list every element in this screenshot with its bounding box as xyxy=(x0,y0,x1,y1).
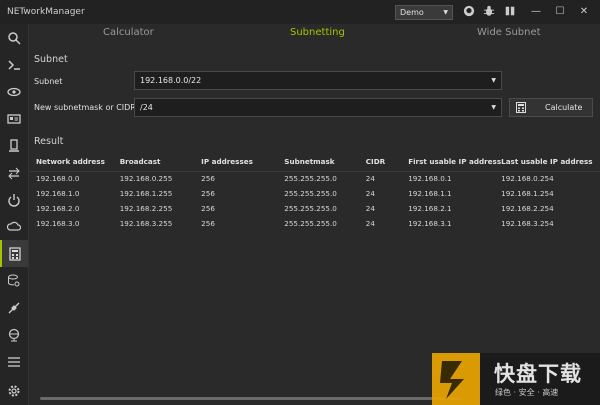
column-header-network-address[interactable]: Network address xyxy=(30,152,120,171)
cell-ip-addresses: 256 xyxy=(201,189,215,198)
section-title-subnet: Subnet xyxy=(34,54,68,65)
cell-broadcast: 192.168.3.255 xyxy=(119,219,173,228)
cell-subnetmask: 255.255.255.0 xyxy=(284,174,337,183)
book-icon[interactable] xyxy=(503,5,517,19)
calculate-button[interactable]: Calculate xyxy=(509,98,593,117)
cell-broadcast: 192.168.1.255 xyxy=(119,189,173,198)
column-header-first-usable[interactable]: First usable IP address xyxy=(408,152,501,171)
eye-icon[interactable] xyxy=(0,78,28,105)
chevron-down-icon: ▼ xyxy=(491,77,496,84)
column-header-subnetmask[interactable]: Subnetmask xyxy=(284,152,365,171)
cell-last-usable: 192.168.3.254 xyxy=(501,219,554,228)
cell-network-address: 192.168.1.0 xyxy=(36,189,80,198)
list-icon[interactable] xyxy=(0,348,28,375)
tab-calculator[interactable]: Calculator xyxy=(103,27,154,38)
plug-icon[interactable] xyxy=(0,294,28,321)
column-header-ip-addresses[interactable]: IP addresses xyxy=(201,152,284,171)
profile-select[interactable]: Demo ▼ xyxy=(395,5,453,20)
cell-ip-addresses: 256 xyxy=(201,219,215,228)
cell-cidr: 24 xyxy=(365,189,375,198)
subnet-label: Subnet xyxy=(34,77,63,86)
cell-first-usable: 192.168.2.1 xyxy=(408,204,452,213)
watermark-slogan: 绿色 · 安全 · 高速 xyxy=(495,388,559,397)
search-icon[interactable] xyxy=(0,24,28,51)
calculate-label: Calculate xyxy=(545,103,583,112)
cell-cidr: 24 xyxy=(365,204,375,213)
cell-subnetmask: 255.255.255.0 xyxy=(284,204,337,213)
tab-subnetting[interactable]: Subnetting xyxy=(290,27,345,38)
cell-broadcast: 192.168.2.255 xyxy=(119,204,173,213)
database-search-icon[interactable] xyxy=(0,267,28,294)
section-title-result: Result xyxy=(34,136,64,147)
cell-last-usable: 192.168.1.254 xyxy=(501,189,554,198)
terminal-icon[interactable] xyxy=(0,51,28,78)
cell-subnetmask: 255.255.255.0 xyxy=(284,189,337,198)
calculator-icon[interactable] xyxy=(0,240,28,267)
table-row[interactable]: 192.168.3.0 192.168.3.255 256 255.255.25… xyxy=(30,216,600,231)
table-row[interactable]: 192.168.2.0 192.168.2.255 256 255.255.25… xyxy=(30,201,600,216)
server-icon[interactable] xyxy=(0,132,28,159)
bug-icon[interactable] xyxy=(482,5,496,19)
chevron-down-icon: ▼ xyxy=(443,9,448,16)
github-icon[interactable] xyxy=(462,5,476,19)
id-card-icon[interactable] xyxy=(0,105,28,132)
cell-network-address: 192.168.3.0 xyxy=(36,219,80,228)
cell-ip-addresses: 256 xyxy=(201,204,215,213)
cell-ip-addresses: 256 xyxy=(201,174,215,183)
profile-value: Demo xyxy=(400,8,424,17)
table-row[interactable]: 192.168.1.0 192.168.1.255 256 255.255.25… xyxy=(30,186,600,201)
table-header-row: Network address Broadcast IP addresses S… xyxy=(30,152,600,171)
new-mask-label: New subnetmask or CIDR xyxy=(34,103,136,112)
globe-icon[interactable] xyxy=(0,321,28,348)
cell-last-usable: 192.168.2.254 xyxy=(501,204,554,213)
watermark-title: 快盘下载 xyxy=(494,362,582,386)
subnet-value: 192.168.0.0/22 xyxy=(140,76,202,85)
watermark-logo xyxy=(432,353,480,405)
tab-bar: Calculator Subnetting Wide Subnet xyxy=(28,24,600,44)
cell-cidr: 24 xyxy=(365,174,375,183)
cloud-search-icon[interactable] xyxy=(0,213,28,240)
cell-subnetmask: 255.255.255.0 xyxy=(284,219,337,228)
new-mask-value: /24 xyxy=(140,103,153,112)
column-header-cidr[interactable]: CIDR xyxy=(366,152,408,171)
gear-icon[interactable] xyxy=(0,377,28,404)
column-header-broadcast[interactable]: Broadcast xyxy=(120,152,201,171)
cell-broadcast: 192.168.0.255 xyxy=(119,174,173,183)
result-table: Network address Broadcast IP addresses S… xyxy=(30,152,600,231)
power-icon[interactable] xyxy=(0,186,28,213)
cell-first-usable: 192.168.1.1 xyxy=(408,189,452,198)
cell-network-address: 192.168.0.0 xyxy=(36,174,80,183)
sidebar xyxy=(0,24,29,405)
table-row[interactable]: 192.168.0.0 192.168.0.255 256 255.255.25… xyxy=(30,171,600,186)
cell-cidr: 24 xyxy=(365,219,375,228)
transfer-icon[interactable] xyxy=(0,159,28,186)
watermark: 快盘下载 绿色 · 安全 · 高速 xyxy=(432,353,600,405)
calculator-icon xyxy=(516,102,526,113)
cell-last-usable: 192.168.0.254 xyxy=(501,174,554,183)
cell-first-usable: 192.168.0.1 xyxy=(408,174,452,183)
horizontal-scrollbar[interactable] xyxy=(40,397,460,400)
app-title: NETworkManager xyxy=(7,7,85,17)
column-header-last-usable[interactable]: Last usable IP address xyxy=(501,152,600,171)
subnet-combobox[interactable]: 192.168.0.0/22 ▼ xyxy=(134,71,502,90)
new-mask-combobox[interactable]: /24 ▼ xyxy=(134,98,502,117)
cell-first-usable: 192.168.3.1 xyxy=(408,219,452,228)
close-icon[interactable]: ✕ xyxy=(574,4,594,20)
minimize-icon[interactable]: — xyxy=(526,4,546,20)
title-bar: NETworkManager Demo ▼ — ☐ ✕ xyxy=(0,0,600,24)
table-header-divider xyxy=(30,171,600,172)
chevron-down-icon: ▼ xyxy=(491,104,496,111)
maximize-icon[interactable]: ☐ xyxy=(550,4,570,20)
tab-wide-subnet[interactable]: Wide Subnet xyxy=(477,27,541,38)
cell-network-address: 192.168.2.0 xyxy=(36,204,80,213)
